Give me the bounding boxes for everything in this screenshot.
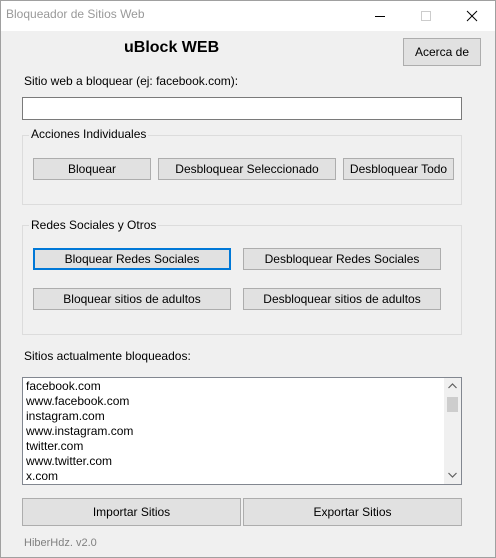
version-label: HiberHdz. v2.0	[24, 537, 97, 549]
blocked-sites-list[interactable]: facebook.com www.facebook.com instagram.…	[22, 377, 462, 485]
title-bar[interactable]: Bloqueador de Sitios Web	[1, 1, 495, 31]
unblock-selected-button[interactable]: Desbloquear Seleccionado	[158, 158, 336, 180]
export-sites-button[interactable]: Exportar Sitios	[243, 498, 462, 526]
chevron-down-icon	[448, 472, 457, 478]
app-title: uBlock WEB	[124, 39, 220, 56]
window-title: Bloqueador de Sitios Web	[6, 7, 145, 21]
block-button[interactable]: Bloquear	[33, 158, 151, 180]
app-window: Bloqueador de Sitios Web uBlock WEB Acer…	[0, 0, 496, 558]
chevron-up-icon	[448, 383, 457, 389]
maximize-button[interactable]	[403, 1, 449, 30]
blocked-list-label: Sitios actualmente bloqueados:	[24, 349, 191, 363]
list-item[interactable]: www.instagram.com	[26, 424, 133, 439]
scroll-down-button[interactable]	[444, 467, 461, 484]
social-group	[22, 225, 462, 335]
list-item[interactable]: www.facebook.com	[26, 394, 129, 409]
maximize-icon	[421, 11, 431, 21]
scroll-up-button[interactable]	[444, 378, 461, 395]
list-item[interactable]: twitter.com	[26, 439, 83, 454]
list-item[interactable]: facebook.com	[26, 379, 101, 394]
about-button[interactable]: Acerca de	[403, 38, 481, 66]
minimize-icon	[375, 16, 385, 17]
unblock-adult-button[interactable]: Desbloquear sitios de adultos	[243, 288, 441, 310]
site-input-label: Sitio web a bloquear (ej: facebook.com):	[24, 74, 239, 88]
list-item[interactable]: www.twitter.com	[26, 454, 112, 469]
unblock-all-button[interactable]: Desbloquear Todo	[343, 158, 454, 180]
list-scrollbar[interactable]	[444, 378, 461, 484]
site-input[interactable]	[22, 97, 462, 120]
close-button[interactable]	[449, 1, 495, 30]
social-legend: Redes Sociales y Otros	[29, 218, 159, 232]
individual-actions-legend: Acciones Individuales	[29, 127, 149, 141]
close-icon	[466, 10, 478, 22]
scroll-thumb[interactable]	[447, 397, 458, 412]
block-social-button[interactable]: Bloquear Redes Sociales	[33, 248, 231, 270]
unblock-social-button[interactable]: Desbloquear Redes Sociales	[243, 248, 441, 270]
list-item[interactable]: instagram.com	[26, 409, 105, 424]
list-item[interactable]: x.com	[26, 469, 58, 484]
minimize-button[interactable]	[357, 1, 403, 30]
import-sites-button[interactable]: Importar Sitios	[22, 498, 241, 526]
block-adult-button[interactable]: Bloquear sitios de adultos	[33, 288, 231, 310]
